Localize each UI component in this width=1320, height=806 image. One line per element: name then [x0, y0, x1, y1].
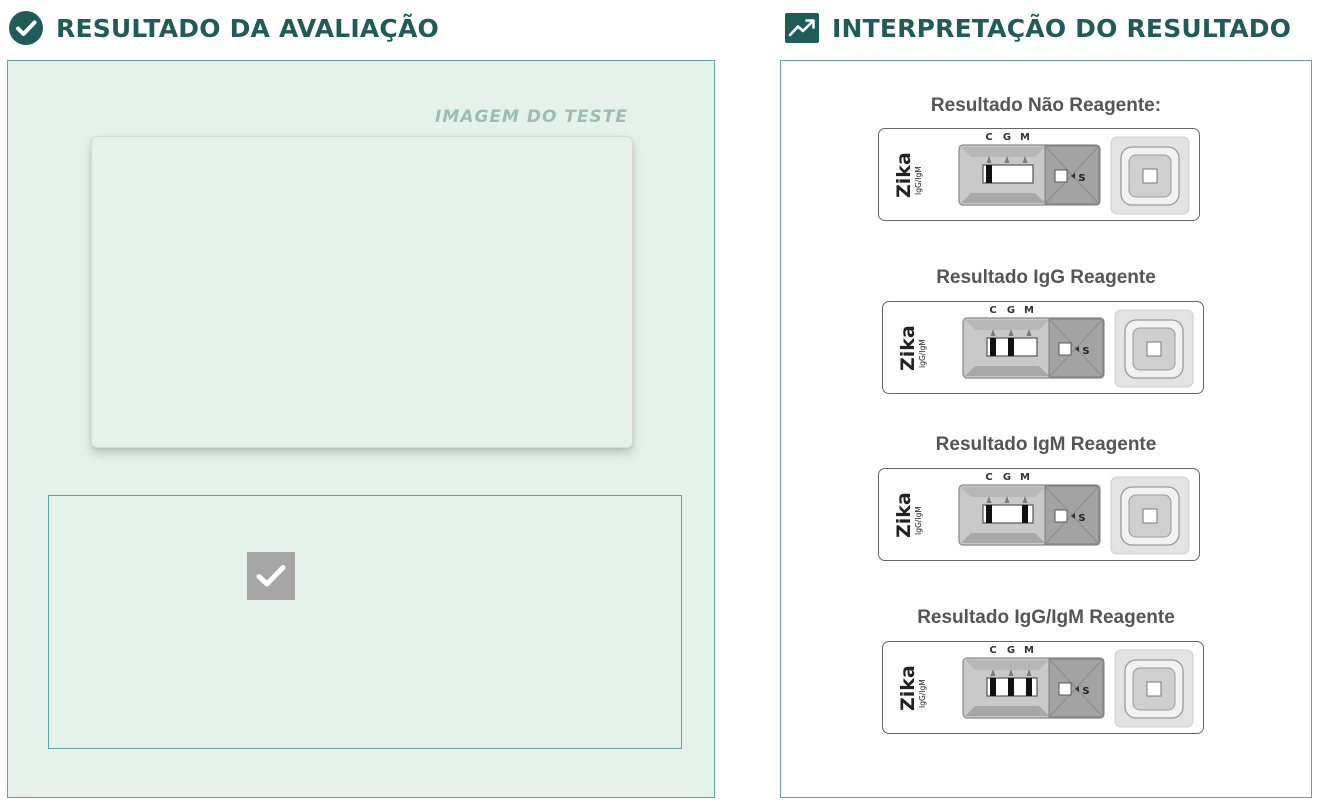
- result-title: Resultado Não Reagente:: [930, 95, 1162, 116]
- band-letter: G: [1003, 472, 1011, 483]
- test-band: [1008, 678, 1014, 696]
- band-letter: M: [1020, 472, 1030, 483]
- brand-label: Zika: [893, 492, 915, 538]
- test-band: [990, 678, 996, 696]
- test-band: [1022, 505, 1028, 523]
- result-igg-igm-reactive: Resultado IgG/IgM Reagente Zika IgG/IgM C G…: [781, 606, 1311, 734]
- interpretation-panel: Resultado Não Reagente: Zika IgG/IgM C G M S …: [780, 60, 1312, 798]
- result-title: Resultado IgM Reagente: [935, 434, 1157, 455]
- result-title: Resultado IgG/IgM Reagente: [917, 607, 1175, 628]
- brand-label: Zika: [897, 325, 919, 371]
- test-image-dropzone[interactable]: [91, 136, 633, 448]
- test-band: [986, 505, 992, 523]
- evaluation-result-title: RESULTADO DA AVALIAÇÃO: [56, 13, 439, 43]
- sample-label: S: [1078, 173, 1085, 184]
- check-circle-icon: [9, 11, 43, 45]
- checkmark-icon: [256, 565, 286, 587]
- band-letter: M: [1020, 132, 1030, 143]
- sample-label: S: [1082, 346, 1089, 357]
- brand-sublabel: IgG/IgM: [914, 506, 923, 535]
- test-band: [986, 165, 992, 183]
- test-cassette: Zika IgG/IgM C G M S: [878, 128, 1200, 221]
- result-igg-reactive: Resultado IgG Reagente Zika IgG/IgM C G M S: [781, 266, 1311, 394]
- evaluation-selection-box: [48, 495, 682, 749]
- result-interpretation-heading: INTERPRETAÇÃO DO RESULTADO: [784, 8, 1291, 48]
- evaluation-result-heading: RESULTADO DA AVALIAÇÃO: [8, 8, 439, 48]
- test-cassette: Zika IgG/IgM C G M S: [882, 301, 1204, 394]
- brand-sublabel: IgG/IgM: [918, 339, 927, 368]
- band-letter: C: [989, 305, 996, 316]
- sample-label: S: [1078, 513, 1085, 524]
- band-letter: M: [1024, 645, 1034, 656]
- brand-label: Zika: [897, 665, 919, 711]
- band-letter: G: [1003, 132, 1011, 143]
- test-cassette: Zika IgG/IgM C G M S: [878, 468, 1200, 561]
- result-igm-reactive: Resultado IgM Reagente Zika IgG/IgM C G M S: [781, 433, 1311, 561]
- trending-up-icon: [785, 13, 819, 43]
- test-cassette: Zika IgG/IgM C G M S: [882, 641, 1204, 734]
- band-letter: C: [985, 472, 992, 483]
- band-letter: C: [985, 132, 992, 143]
- brand-sublabel: IgG/IgM: [914, 166, 923, 195]
- result-interpretation-title: INTERPRETAÇÃO DO RESULTADO: [832, 13, 1292, 43]
- band-letter: C: [989, 645, 996, 656]
- evaluation-panel: IMAGEM DO TESTE: [7, 60, 715, 798]
- result-title: Resultado IgG Reagente: [936, 267, 1156, 288]
- band-letter: G: [1007, 645, 1015, 656]
- band-letter: G: [1007, 305, 1015, 316]
- brand-sublabel: IgG/IgM: [918, 679, 927, 708]
- result-checkbox[interactable]: [247, 552, 295, 600]
- test-band: [990, 338, 996, 356]
- result-non-reactive: Resultado Não Reagente: Zika IgG/IgM C G M S: [781, 94, 1311, 221]
- test-band: [1008, 338, 1014, 356]
- test-image-label: IMAGEM DO TESTE: [435, 107, 628, 127]
- brand-label: Zika: [893, 152, 915, 198]
- band-letter: M: [1024, 305, 1034, 316]
- test-band: [1026, 678, 1032, 696]
- sample-label: S: [1082, 686, 1089, 697]
